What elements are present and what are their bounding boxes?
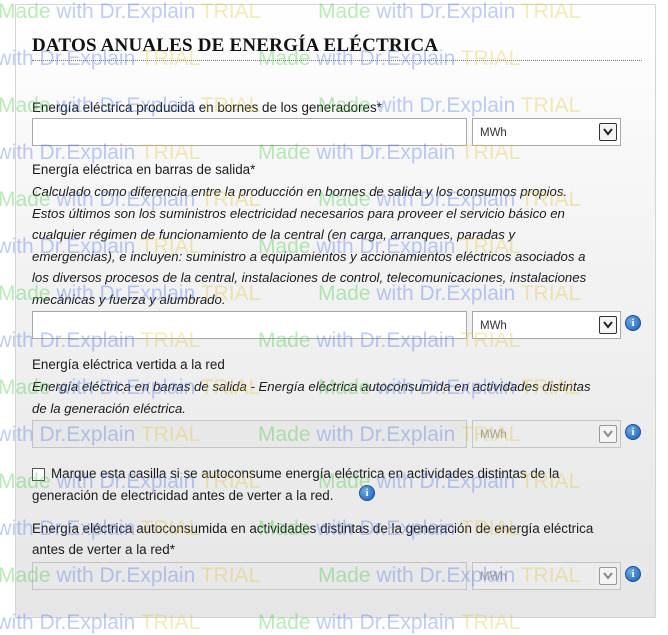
busbar-description-line: Calculado como diferencia entre la produ… xyxy=(32,184,568,199)
autoconsume-checkbox-label-line2[interactable]: generación de electricidad antes de vert… xyxy=(32,485,333,506)
autoconsume-checkbox[interactable] xyxy=(32,468,45,481)
busbar-description-line: emergencias), e incluyen: suministro a e… xyxy=(32,248,586,264)
busbar-description-line: cualquier régimen de funcionamiento de l… xyxy=(32,227,516,243)
busbar-description-line: Estos últimos son los suministros electr… xyxy=(32,205,565,221)
chevron-down-icon[interactable] xyxy=(599,316,617,334)
grid-unit-value: MWh xyxy=(480,429,507,441)
busbar-unit-select[interactable]: MWh xyxy=(472,311,621,339)
grid-input xyxy=(32,420,467,448)
busbar-unit-value: MWh xyxy=(480,320,507,332)
produced-unit-select[interactable]: MWh xyxy=(472,118,621,146)
selfconsumed-label-line1: Energía eléctrica autoconsumida en activ… xyxy=(32,521,594,536)
selfconsumed-label-line2: antes de verter a la red* xyxy=(32,542,175,557)
chevron-down-icon xyxy=(599,567,617,585)
busbar-description-line: mecánicas y fuerza y alumbrado. xyxy=(32,291,226,307)
grid-label: Energía eléctrica vertida a la red xyxy=(32,357,225,372)
produced-input[interactable] xyxy=(32,118,467,146)
produced-unit-value: MWh xyxy=(480,127,507,139)
busbar-description-line: los diversos procesos de la central, ins… xyxy=(32,270,587,286)
chevron-down-icon xyxy=(599,425,617,443)
busbar-input[interactable] xyxy=(32,311,467,339)
selfconsumed-input xyxy=(32,562,467,590)
busbar-label: Energía eléctrica en barras de salida* xyxy=(32,162,256,177)
info-icon[interactable]: i xyxy=(359,485,375,501)
produced-label: Energía eléctrica producida en bornes de… xyxy=(32,100,382,115)
form-panel: DATOS ANUALES DE ENERGÍA ELÉCTRICA Energ… xyxy=(15,4,656,618)
grid-unit-select: MWh xyxy=(472,420,621,448)
grid-description: Energía eléctrica en barras de salida - … xyxy=(32,376,642,419)
busbar-description: Calculado como diferencia entre la produ… xyxy=(32,181,642,311)
info-icon[interactable]: i xyxy=(625,424,641,440)
autoconsume-checkbox-label-line1[interactable]: Marque esta casilla si se autoconsume en… xyxy=(51,463,559,484)
selfconsumed-unit-value: MWh xyxy=(480,571,507,583)
info-icon[interactable]: i xyxy=(625,315,641,331)
selfconsumed-unit-select: MWh xyxy=(472,562,621,590)
grid-description-line: Energía eléctrica en barras de salida - … xyxy=(32,379,591,394)
info-icon[interactable]: i xyxy=(625,566,641,582)
chevron-down-icon[interactable] xyxy=(599,123,617,141)
page-title: DATOS ANUALES DE ENERGÍA ELÉCTRICA xyxy=(32,35,642,61)
grid-description-line: de la generación eléctrica. xyxy=(32,400,186,416)
